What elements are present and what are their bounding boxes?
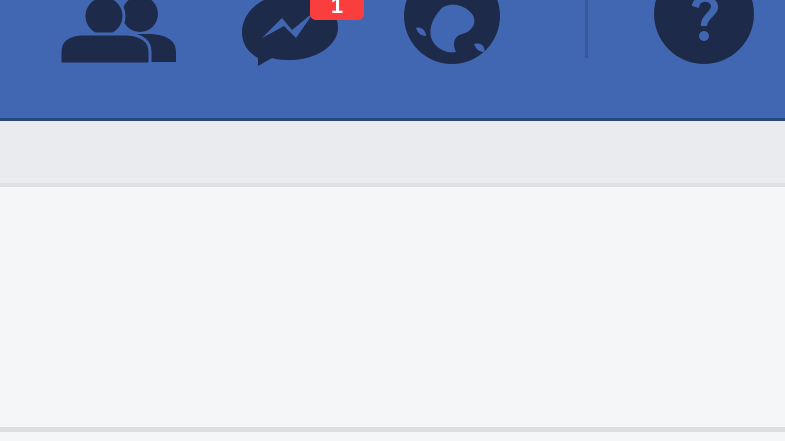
top-navigation-bar: 1: [0, 0, 785, 121]
messenger-notification-badge: 1: [310, 0, 364, 20]
main-content-area: [0, 187, 785, 427]
friend-requests-icon[interactable]: [58, 0, 178, 64]
secondary-toolbar: [0, 121, 785, 187]
notifications-globe-icon[interactable]: [402, 0, 504, 66]
toolbar-divider: [585, 0, 588, 58]
help-icon[interactable]: [652, 0, 758, 66]
page-footer-area: [0, 432, 785, 441]
